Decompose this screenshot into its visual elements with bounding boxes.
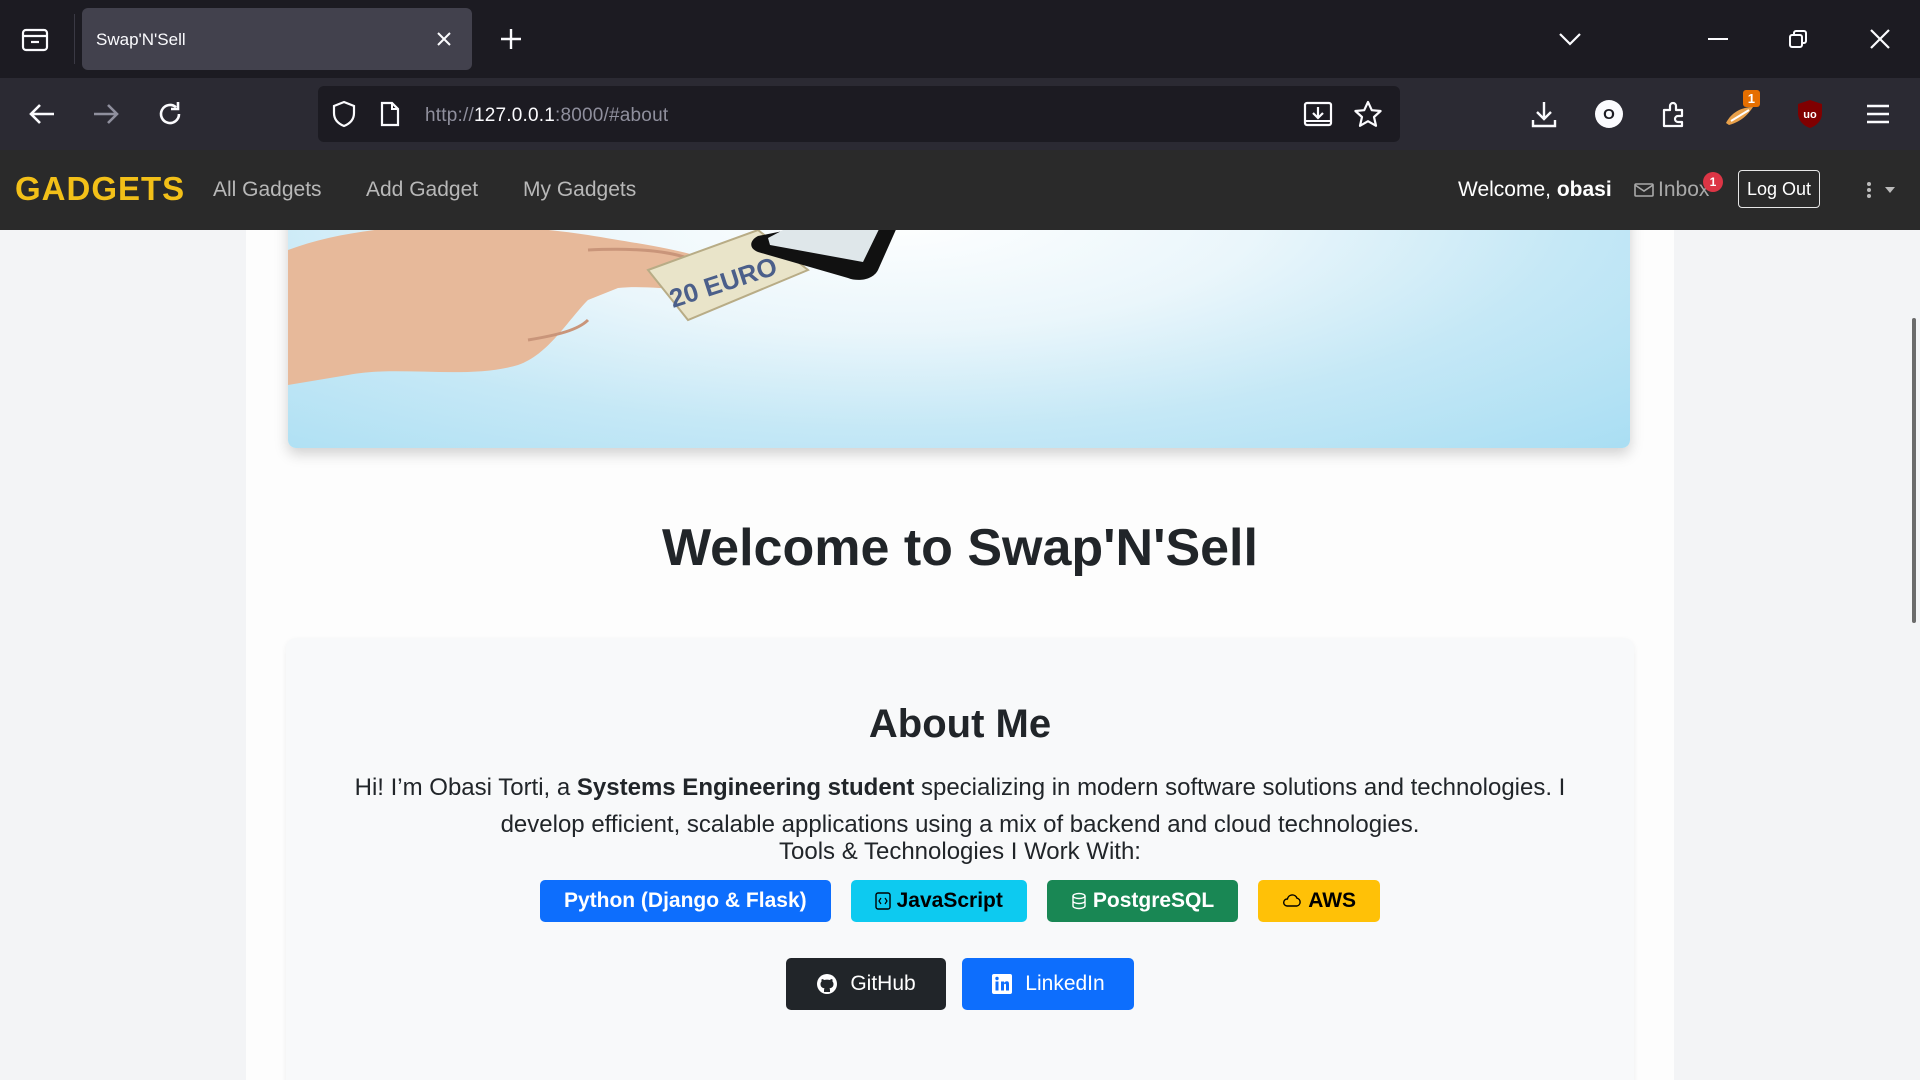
welcome-heading: Welcome to Swap'N'Sell [662, 519, 1258, 577]
hero-image: 20 EURO [288, 230, 1630, 448]
svg-text:uo: uo [1803, 109, 1817, 121]
code-square-icon [874, 892, 891, 910]
extension-icon[interactable]: 1 [1718, 90, 1762, 136]
chevron-down-icon[interactable] [1550, 22, 1590, 56]
inbox-link[interactable]: Inbox [1634, 178, 1709, 202]
nav-add-gadget[interactable]: Add Gadget [366, 178, 478, 202]
downloads-icon[interactable] [1522, 92, 1566, 136]
tools-badges: Python (Django & Flask) JavaScript Postg… [286, 880, 1634, 922]
close-icon[interactable] [432, 27, 456, 51]
browser-tab[interactable]: Swap'N'Sell [82, 8, 472, 70]
about-paragraph: Hi! I’m Obasi Torti, a Systems Engineeri… [316, 769, 1604, 843]
ublock-icon[interactable]: uo [1788, 92, 1832, 136]
about-text-bold: Systems Engineering student [576, 774, 915, 801]
nav-my-gadgets[interactable]: My Gadgets [523, 178, 636, 202]
tool-label: Python (Django & Flask) [563, 889, 807, 912]
username: obasi [1556, 178, 1612, 201]
welcome-user: Welcome, obasi [1458, 178, 1612, 202]
tab-separator [74, 14, 75, 64]
linkedin-icon [992, 974, 1013, 994]
page-scrollbar[interactable] [1912, 318, 1916, 623]
extensions-puzzle-icon[interactable] [1652, 92, 1696, 136]
tab-list-icon[interactable] [16, 22, 54, 58]
cloud-icon [1283, 894, 1301, 907]
about-text-start: Hi! I’m Obasi Torti, a [354, 774, 577, 801]
bookmark-star-icon[interactable] [1352, 98, 1384, 130]
install-app-icon[interactable] [1302, 98, 1334, 130]
tool-badge-python: Python (Django & Flask) [539, 880, 831, 922]
social-links: GitHub LinkedIn [286, 958, 1634, 1010]
tool-label: JavaScript [896, 889, 1003, 912]
extension-badge: 1 [1742, 90, 1760, 107]
hero-illustration: 20 EURO [288, 230, 896, 385]
account-avatar: O [1595, 100, 1623, 128]
tool-label: AWS [1308, 889, 1357, 912]
inbox-label: Inbox [1658, 178, 1710, 201]
kebab-icon [1867, 182, 1871, 198]
nav-all-gadgets[interactable]: All Gadgets [213, 178, 322, 202]
inbox-count-badge: 1 [1703, 172, 1723, 192]
url-text[interactable]: http://127.0.0.1:8000/#about [425, 105, 668, 127]
github-button[interactable]: GitHub [786, 958, 946, 1010]
about-heading: About Me [868, 702, 1052, 746]
restore-icon[interactable] [1778, 22, 1818, 56]
linkedin-label: LinkedIn [1025, 972, 1105, 995]
envelope-icon [1634, 183, 1654, 197]
window-close-icon[interactable] [1860, 22, 1900, 56]
url-path: :8000/#about [554, 105, 669, 126]
shield-icon[interactable] [328, 98, 360, 130]
browser-nav-bar: http://127.0.0.1:8000/#about O 1 uo [0, 78, 1920, 150]
forward-arrow-icon[interactable] [86, 94, 126, 134]
github-label: GitHub [850, 972, 916, 995]
caret-down-icon [1885, 187, 1895, 193]
tab-title: Swap'N'Sell [96, 30, 186, 49]
page-icon[interactable] [374, 98, 406, 130]
tools-label: Tools & Technologies I Work With: [779, 838, 1141, 865]
page-viewport: 20 EURO Welcome to Swap'N'Sell About Me … [0, 230, 1920, 1080]
url-host: 127.0.0.1 [473, 105, 555, 126]
logout-button[interactable]: Log Out [1738, 170, 1820, 208]
tool-badge-postgresql: PostgreSQL [1046, 880, 1239, 922]
tool-label: PostgreSQL [1092, 889, 1215, 912]
about-section: About Me Hi! I’m Obasi Torti, a Systems … [286, 638, 1634, 1080]
more-menu-button[interactable] [1856, 180, 1906, 200]
hamburger-menu-icon[interactable] [1856, 92, 1900, 136]
address-bar[interactable]: http://127.0.0.1:8000/#about [318, 86, 1400, 142]
browser-tab-bar: Swap'N'Sell [0, 0, 1920, 78]
tool-badge-aws: AWS [1258, 880, 1381, 922]
tool-badge-javascript: JavaScript [850, 880, 1027, 922]
back-arrow-icon[interactable] [22, 94, 62, 134]
site-navbar: GADGETS All Gadgets Add Gadget My Gadget… [0, 150, 1920, 230]
github-icon [817, 974, 838, 994]
url-scheme: http:// [425, 105, 474, 126]
linkedin-button[interactable]: LinkedIn [962, 958, 1134, 1010]
reload-icon[interactable] [150, 94, 190, 134]
main-container: 20 EURO Welcome to Swap'N'Sell About Me … [246, 230, 1674, 1080]
brand-logo[interactable]: GADGETS [15, 170, 185, 208]
minimize-icon[interactable] [1698, 22, 1738, 56]
database-icon [1072, 892, 1086, 910]
welcome-prefix: Welcome, [1458, 178, 1557, 201]
account-icon[interactable]: O [1587, 92, 1631, 136]
new-tab-icon[interactable] [494, 22, 528, 56]
